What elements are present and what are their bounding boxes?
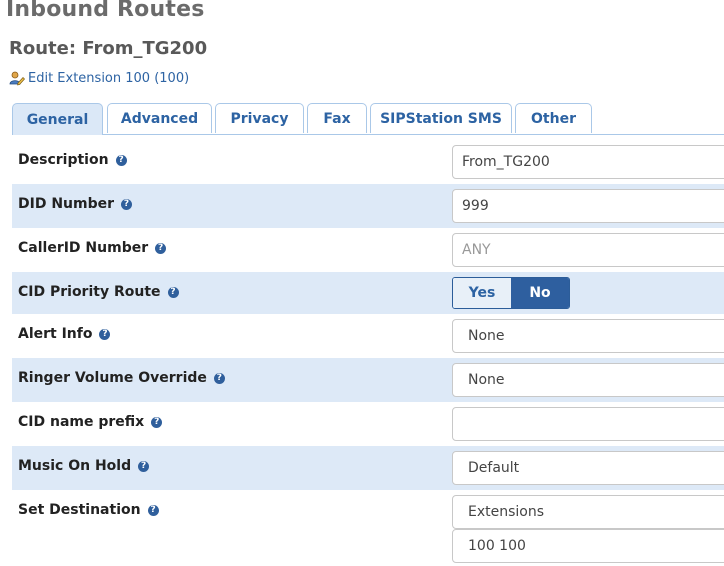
set-destination-label-group: Set Destination ?: [18, 502, 159, 518]
cid-name-prefix-label-group: CID name prefix ?: [18, 414, 163, 430]
destination-type-select[interactable]: Extensions: [452, 495, 724, 529]
help-icon[interactable]: ?: [213, 372, 225, 384]
help-icon[interactable]: ?: [138, 460, 150, 472]
tab-bar: General Advanced Privacy Fax SIPStation …: [12, 103, 724, 135]
description-input[interactable]: From_TG200: [452, 145, 724, 179]
cid-priority-yes-button[interactable]: Yes: [453, 278, 511, 308]
tab-general[interactable]: General: [12, 103, 103, 135]
ringer-volume-override-label: Ringer Volume Override: [18, 370, 207, 386]
music-on-hold-select[interactable]: Default: [452, 451, 724, 485]
tab-fax[interactable]: Fax: [307, 103, 367, 133]
cid-priority-no-button[interactable]: No: [511, 278, 569, 308]
help-icon[interactable]: ?: [99, 328, 111, 340]
callerid-number-label-group: CallerID Number ?: [18, 240, 167, 256]
alert-info-select[interactable]: None: [452, 319, 724, 353]
did-number-input[interactable]: 999: [452, 189, 724, 223]
music-on-hold-label: Music On Hold: [18, 458, 132, 474]
cid-priority-route-label-group: CID Priority Route ?: [18, 284, 179, 300]
ringer-volume-override-label-group: Ringer Volume Override ?: [18, 370, 225, 386]
alert-info-label-group: Alert Info ?: [18, 326, 111, 342]
edit-extension-link[interactable]: Edit Extension 100 (100): [9, 71, 189, 86]
set-destination-label: Set Destination: [18, 502, 141, 518]
cid-name-prefix-input[interactable]: [452, 407, 724, 441]
set-destination-row: Set Destination ? Extensions 100 100: [12, 490, 724, 566]
description-row: Description ? From_TG200: [12, 140, 724, 184]
cid-name-prefix-label: CID name prefix: [18, 414, 145, 430]
help-icon[interactable]: ?: [167, 286, 179, 298]
cid-priority-route-toggle: Yes No: [452, 277, 570, 309]
help-icon[interactable]: ?: [151, 416, 163, 428]
did-number-label: DID Number: [18, 196, 115, 212]
cid-name-prefix-row: CID name prefix ?: [12, 402, 724, 446]
help-icon[interactable]: ?: [155, 242, 167, 254]
tab-other[interactable]: Other: [515, 103, 592, 133]
description-label-group: Description ?: [18, 152, 127, 168]
tab-privacy[interactable]: Privacy: [215, 103, 304, 133]
callerid-number-row: CallerID Number ? ANY: [12, 228, 724, 272]
cid-priority-route-label: CID Priority Route: [18, 284, 161, 300]
ringer-volume-override-row: Ringer Volume Override ? None: [12, 358, 724, 402]
ringer-volume-override-select[interactable]: None: [452, 363, 724, 397]
help-icon[interactable]: ?: [147, 504, 159, 516]
destination-target-select[interactable]: 100 100: [452, 529, 724, 563]
did-number-row: DID Number ? 999: [12, 184, 724, 228]
tab-advanced[interactable]: Advanced: [107, 103, 212, 133]
music-on-hold-label-group: Music On Hold ?: [18, 458, 150, 474]
description-label: Description: [18, 152, 109, 168]
callerid-number-input[interactable]: ANY: [452, 233, 724, 267]
page-title: Inbound Routes: [6, 0, 205, 22]
help-icon[interactable]: ?: [121, 198, 133, 210]
route-title: Route: From_TG200: [9, 38, 208, 59]
did-number-label-group: DID Number ?: [18, 196, 133, 212]
alert-info-row: Alert Info ? None: [12, 314, 724, 358]
music-on-hold-row: Music On Hold ? Default: [12, 446, 724, 490]
tab-sipstation-sms[interactable]: SIPStation SMS: [370, 103, 512, 133]
help-icon[interactable]: ?: [115, 154, 127, 166]
edit-extension-label: Edit Extension 100 (100): [28, 71, 190, 86]
callerid-number-label: CallerID Number: [18, 240, 149, 256]
cid-priority-route-row: CID Priority Route ? Yes No: [12, 272, 724, 314]
user-edit-icon: [9, 71, 25, 86]
alert-info-label: Alert Info: [18, 326, 93, 342]
